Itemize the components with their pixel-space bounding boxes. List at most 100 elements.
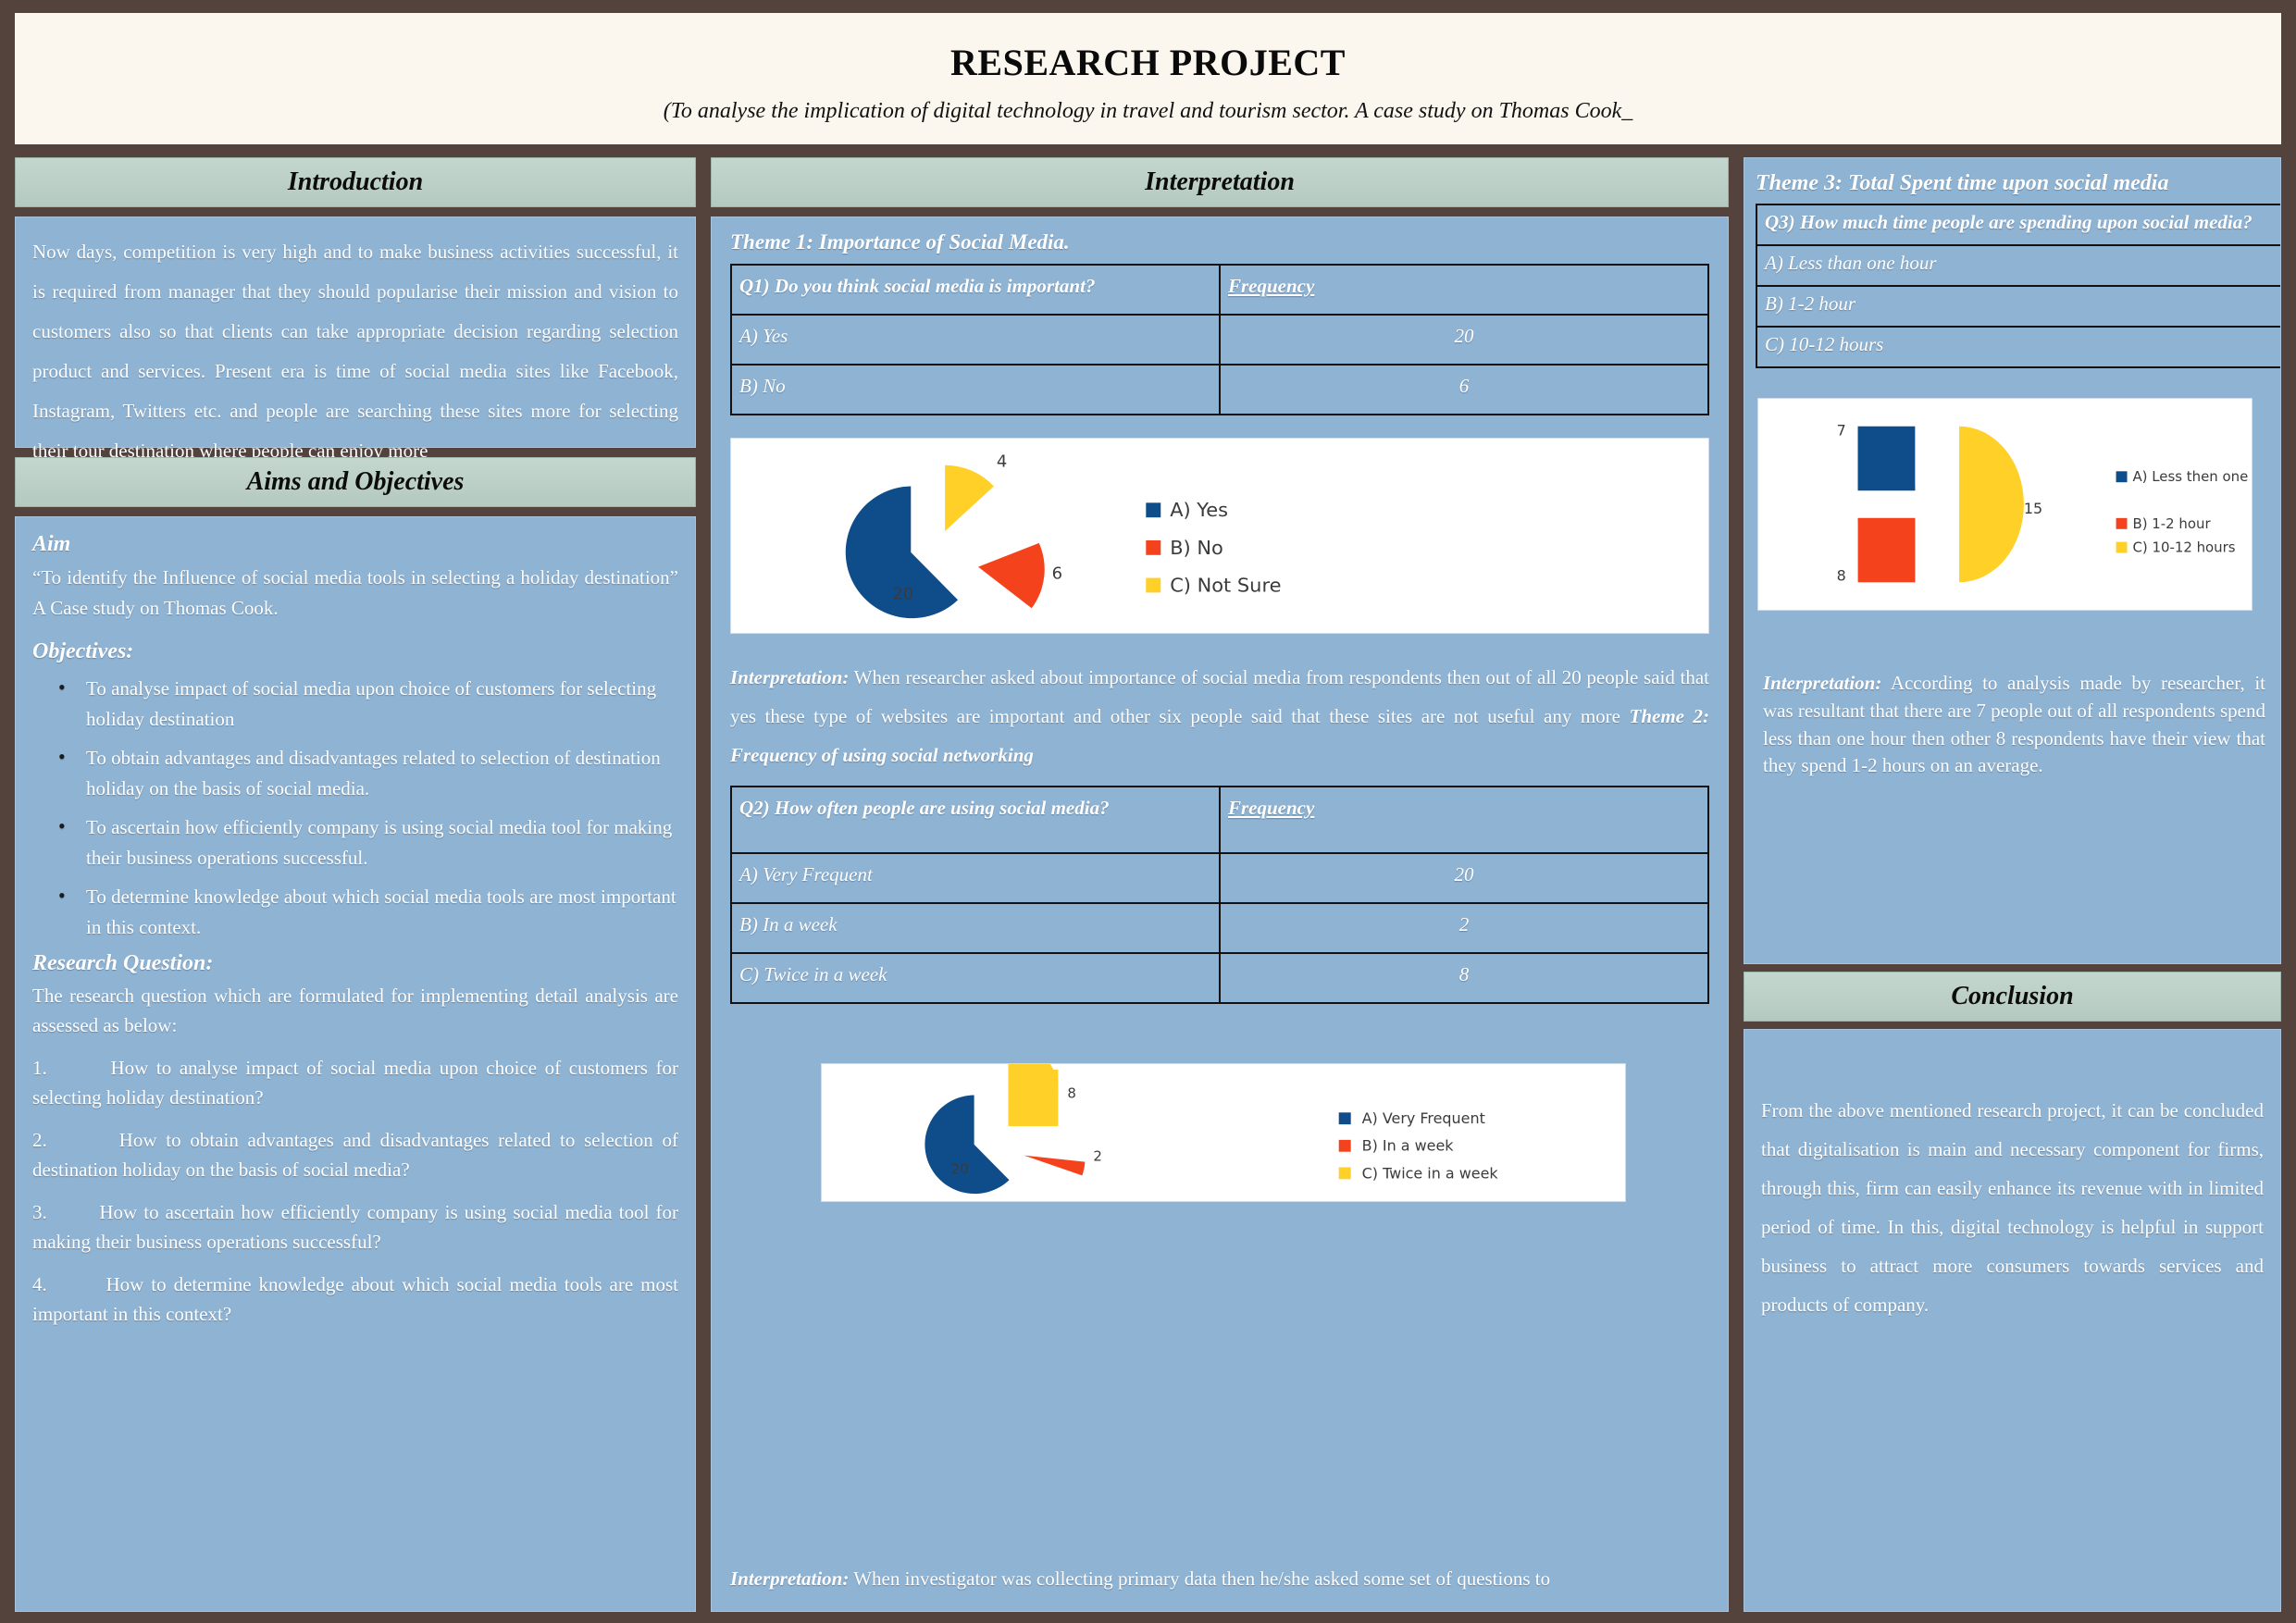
pie-label-c: 8 — [1067, 1085, 1076, 1102]
interpretation-1: Interpretation: When researcher asked ab… — [730, 658, 1709, 774]
introduction-panel: Now days, competition is very high and t… — [15, 217, 696, 462]
theme3-panel: Theme 3: Total Spent time upon social me… — [1744, 157, 2281, 964]
page-subtitle: (To analyse the implication of digital t… — [663, 99, 1633, 123]
pie-label-c: 4 — [997, 452, 1007, 472]
interpretation-3: Interpretation: According to analysis ma… — [1763, 670, 2265, 780]
research-question-item: 4. How to determine knowledge about whic… — [32, 1272, 678, 1325]
poster-root: RESEARCH PROJECT (To analyse the implica… — [0, 0, 2296, 1623]
left-column: Introduction Now days, competition is ve… — [15, 157, 696, 1612]
legend-swatch-a — [1146, 502, 1161, 518]
table-question-cell: Q1) Do you think social media is importa… — [730, 264, 1221, 316]
conclusion-panel: From the above mentioned research projec… — [1744, 1029, 2281, 1612]
table-row: Q2) How often people are using social me… — [730, 786, 1709, 854]
table-frequency-header: Frequency — [1219, 786, 1709, 854]
interpretation-1-text: When researcher asked about importance o… — [730, 666, 1710, 727]
page-title: RESEARCH PROJECT — [950, 42, 1346, 83]
table-question-cell: Q2) How often people are using social me… — [730, 786, 1221, 854]
table-row: A) Yes 20 — [730, 314, 1709, 365]
table-option-cell: C) 10-12 hours — [1756, 326, 2280, 368]
middle-column: Interpretation Theme 1: Importance of So… — [711, 157, 1729, 1612]
pie-slice-b-body — [1857, 517, 1916, 583]
table-row: B) In a week 2 — [730, 902, 1709, 954]
legend-label-a: A) Very Frequent — [1362, 1109, 1485, 1127]
legend-label-c: C) Not Sure — [1170, 574, 1281, 596]
legend-label-b: B) In a week — [1362, 1137, 1455, 1155]
research-question-intro: The research question which are formulat… — [32, 985, 678, 1037]
pie-chart-q3-svg: 7 8 15 A) Less then one hour B) 1-2 hour… — [1837, 422, 2252, 585]
legend-label-c: C) 10-12 hours — [2132, 539, 2235, 556]
poster-columns: Introduction Now days, competition is ve… — [15, 157, 2281, 1612]
theme1-label: Theme 1: Importance of Social Media. — [730, 230, 1070, 254]
table-row: A) Less than one hour — [1756, 244, 2280, 287]
list-item: To determine knowledge about which socia… — [32, 880, 678, 942]
interpretation-heading-label: Interpretation — [1145, 167, 1295, 196]
interpretation-2-text: When investigator was collecting primary… — [849, 1567, 1551, 1590]
pie-label-b: 6 — [1052, 564, 1062, 584]
pie-chart-q2-svg: 20 2 8 A) Very Frequent B) In a week C) … — [925, 1064, 1499, 1195]
pie-slice-c — [945, 465, 994, 532]
pie-label-a: 7 — [1837, 422, 1846, 440]
table-row: Q1) Do you think social media is importa… — [730, 264, 1709, 316]
interpretation-2: Interpretation: When investigator was co… — [730, 1559, 1709, 1602]
table-value-cell: 8 — [1219, 952, 1709, 1004]
legend-label-c: C) Twice in a week — [1362, 1164, 1499, 1182]
introduction-heading-label: Introduction — [287, 167, 424, 196]
pie-label-b: 2 — [1093, 1148, 1102, 1165]
theme2-table: Q2) How often people are using social me… — [730, 786, 1709, 1004]
table-row: B) 1-2 hour — [1756, 285, 2280, 328]
interpretation-panel: Theme 1: Importance of Social Media. Q1)… — [711, 217, 1729, 1612]
theme3-table-wrapper: Q3) How much time people are spending up… — [1756, 196, 2280, 374]
pie-slice-c-body — [1008, 1069, 1059, 1127]
legend-swatch-c — [2116, 541, 2128, 553]
table-option-cell: A) Very Frequent — [730, 852, 1221, 904]
list-item: To analyse impact of social media upon c… — [32, 672, 678, 734]
conclusion-header: Conclusion — [1744, 972, 2281, 1022]
aims-panel: Aim “To identify the Influence of social… — [15, 516, 696, 1612]
conclusion-heading-label: Conclusion — [1951, 982, 2074, 1010]
research-question-label: Research Question: — [32, 951, 214, 976]
pie-slice-b — [977, 542, 1045, 609]
table-option-cell: C) Twice in a week — [730, 952, 1221, 1004]
theme3-label: Theme 3: Total Spent time upon social me… — [1756, 171, 2169, 195]
research-question-item: 3. How to ascertain how efficiently comp… — [32, 1200, 678, 1253]
table-option-cell: B) No — [730, 364, 1221, 415]
research-question-item: 2. How to obtain advantages and disadvan… — [32, 1129, 678, 1181]
chart-q2: 20 2 8 A) Very Frequent B) In a week C) … — [821, 1063, 1626, 1202]
aim-label: Aim — [32, 532, 71, 556]
aims-heading-label: Aims and Objectives — [246, 467, 465, 496]
pie-slice-a — [925, 1095, 1010, 1195]
right-column: Theme 3: Total Spent time upon social me… — [1744, 157, 2281, 1612]
list-item: To ascertain how efficiently company is … — [32, 811, 678, 873]
list-item: To obtain advantages and disadvantages r… — [32, 741, 678, 803]
legend-label-b: B) No — [1170, 537, 1223, 559]
introduction-header: Introduction — [15, 157, 696, 207]
table-value-cell: 2 — [1219, 902, 1709, 954]
table-value-cell: 6 — [1219, 364, 1709, 415]
interpretation-header: Interpretation — [711, 157, 1729, 207]
pie-slice-b — [1024, 1155, 1086, 1176]
table-option-cell: A) Less than one hour — [1756, 244, 2280, 287]
pie-slice-c-body — [1959, 426, 2024, 583]
legend-swatch-a — [2116, 471, 2128, 483]
legend-swatch-c — [1338, 1167, 1351, 1180]
legend-swatch-b — [2116, 517, 2128, 529]
table-row: A) Very Frequent 20 — [730, 852, 1709, 904]
objectives-list: To analyse impact of social media upon c… — [32, 672, 678, 942]
interpretation-1-label: Interpretation: — [730, 666, 850, 688]
table-row: Q3) How much time people are spending up… — [1756, 204, 2280, 246]
introduction-text: Now days, competition is very high and t… — [32, 241, 678, 463]
pie-label-a: 20 — [951, 1160, 969, 1177]
pie-chart-q1-svg: 20 6 4 A) Yes B) No C) Not Sure — [845, 452, 1281, 619]
poster-banner: RESEARCH PROJECT (To analyse the implica… — [15, 13, 2281, 144]
legend-label-a: A) Less then one hour — [2132, 468, 2252, 485]
table-row: C) Twice in a week 8 — [730, 952, 1709, 1004]
research-question-item: 1. How to analyse impact of social media… — [32, 1057, 678, 1109]
table-option-cell: B) In a week — [730, 902, 1221, 954]
objectives-label: Objectives: — [32, 639, 134, 664]
table-option-cell: B) 1-2 hour — [1756, 285, 2280, 328]
aims-header: Aims and Objectives — [15, 457, 696, 507]
table-frequency-header: Frequency — [1219, 264, 1709, 316]
aim-text: “To identify the Influence of social med… — [32, 566, 678, 619]
pie-label-b: 8 — [1837, 566, 1846, 584]
table-question-cell: Q3) How much time people are spending up… — [1756, 204, 2280, 246]
